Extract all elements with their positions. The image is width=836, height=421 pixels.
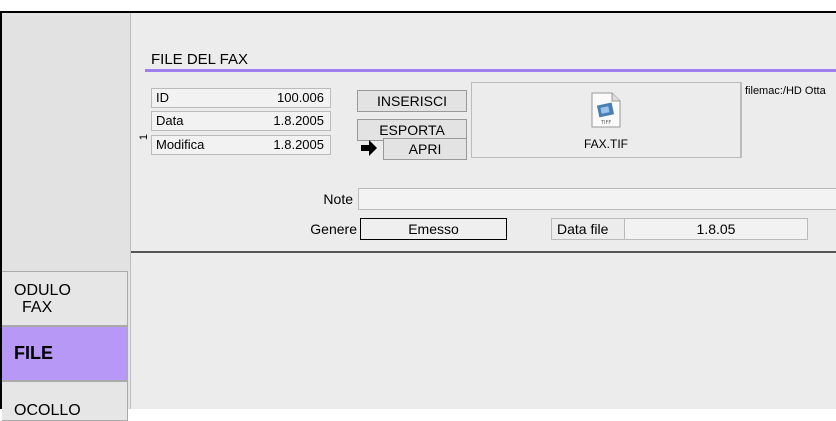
data-file-field: Data file 1.8.05 [551,218,808,240]
tab-file-label: FILE [14,343,53,363]
tiff-file-icon: TIFF [590,91,622,129]
modifica-label: Modifica [156,137,205,152]
arrow-right-icon [359,138,379,158]
id-label: ID [156,90,169,105]
note-label: Note [323,191,353,207]
section-title: FILE DEL FAX [151,51,248,68]
data-field: Data 1.8.2005 [151,111,331,131]
tiff-badge: TIFF [600,120,611,126]
inserisci-button[interactable]: INSERISCI [357,90,467,112]
accent-divider [145,69,836,72]
tab-modulo-label-1: ODULO [14,282,71,299]
genere-select[interactable]: Emesso [360,218,507,240]
data-file-value[interactable]: 1.8.05 [624,218,808,240]
sidebar: ODULO FAX FILE OCOLLO [2,13,131,421]
data-value: 1.8.2005 [273,113,324,128]
id-field: ID 100.006 [151,88,331,108]
apri-button[interactable]: APRI [383,138,467,160]
tab-protocollo-label: OCOLLO [14,402,81,419]
data-file-label: Data file [557,221,609,237]
file-panel: FILE DEL FAX 1 ID 100.006 Data 1.8.2005 … [131,13,836,253]
note-input[interactable] [358,188,836,210]
file-preview[interactable]: TIFF FAX.TIF [471,82,741,158]
genere-label: Genere [310,221,357,237]
modifica-field: Modifica 1.8.2005 [151,135,331,155]
sidebar-blank [2,13,130,271]
file-path: filemac:/HD Otta [741,82,836,158]
tab-modulo-fax[interactable]: ODULO FAX [2,271,128,326]
modifica-value: 1.8.2005 [273,137,324,152]
main-area: FILE DEL FAX 1 ID 100.006 Data 1.8.2005 … [131,13,836,409]
id-value: 100.006 [277,90,324,105]
tab-file[interactable]: FILE [2,326,128,381]
tab-modulo-label-2: FAX [22,299,53,316]
preview-filename: FAX.TIF [583,137,628,151]
tab-protocollo[interactable]: OCOLLO [2,381,128,421]
window-frame: ODULO FAX FILE OCOLLO FILE DEL FAX 1 ID … [0,11,836,421]
data-label: Data [156,113,184,128]
record-number: 1 [138,133,151,141]
